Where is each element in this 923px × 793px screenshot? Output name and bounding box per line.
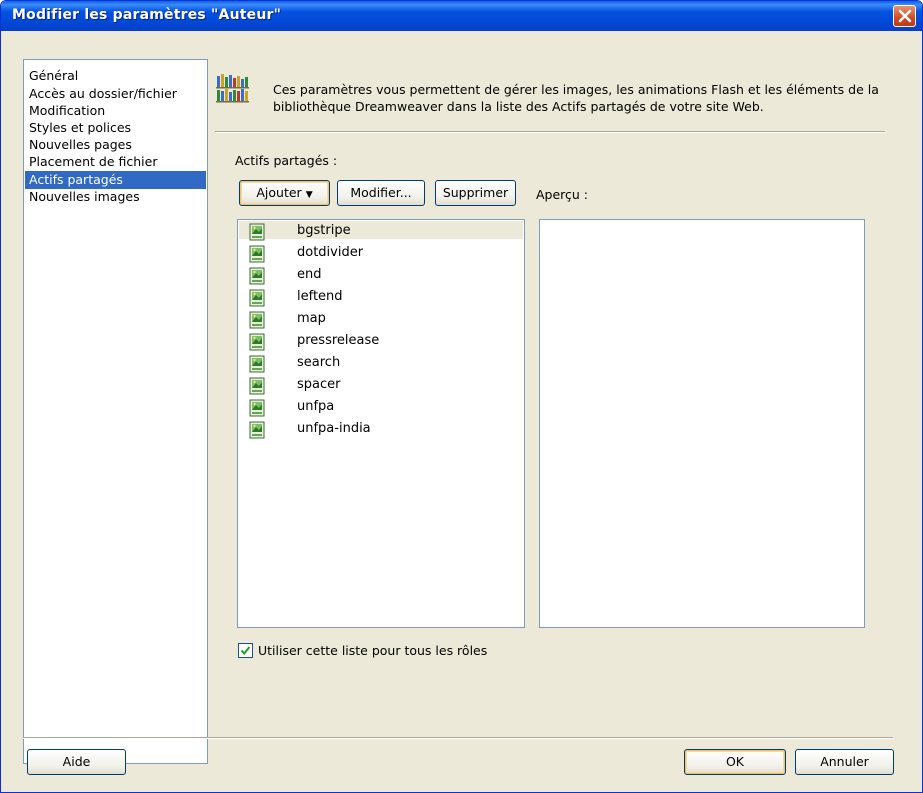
asset-name: leftend [297,289,343,304]
asset-name: unfpa-india [297,421,371,436]
asset-name: spacer [297,377,341,392]
list-item[interactable]: search [239,353,523,375]
asset-name: search [297,355,341,370]
sidebar-item-new-pages[interactable]: Nouvelles pages [25,136,206,154]
sidebar-item-styles[interactable]: Styles et polices [25,119,206,137]
add-button-label: Ajouter [256,185,302,200]
close-button[interactable] [893,5,916,27]
header-divider [215,131,885,133]
sidebar-item-editing[interactable]: Modification [25,102,206,120]
ok-button[interactable]: OK [684,749,786,775]
image-file-icon [249,377,265,395]
image-file-icon [249,355,265,373]
use-for-all-roles-label[interactable]: Utiliser cette liste pour tous les rôles [258,643,487,658]
window-title: Modifier les paramètres "Auteur" [12,7,282,23]
image-file-icon [249,399,265,417]
cancel-button[interactable]: Annuler [795,749,894,775]
asset-name: bgstripe [297,223,351,238]
list-item[interactable]: spacer [239,375,523,397]
asset-name: unfpa [297,399,335,414]
sidebar-item-file-access[interactable]: Accès au dossier/fichier [25,85,206,103]
use-for-all-roles-checkbox[interactable] [238,643,253,658]
edit-button[interactable]: Modifier... [337,180,425,206]
list-item[interactable]: leftend [239,287,523,309]
asset-name: pressrelease [297,333,380,348]
footer-divider [23,737,893,739]
image-file-icon [249,223,265,241]
image-file-icon [249,311,265,329]
shared-assets-list[interactable]: bgstripe dotdivider end leftend map pressrele… [237,219,525,628]
sidebar-item-new-images[interactable]: Nouvelles images [25,188,206,206]
dropdown-arrow-icon: ▼ [305,190,313,200]
image-file-icon [249,289,265,307]
close-icon [898,9,912,23]
list-item[interactable]: unfpa [239,397,523,419]
image-file-icon [249,245,265,263]
image-file-icon [249,333,265,351]
image-file-icon [249,421,265,439]
section-description: Ces paramètres vous permettent de gérer … [273,82,879,114]
preview-label: Aperçu : [536,187,589,202]
library-icon [216,74,249,103]
delete-button[interactable]: Supprimer [435,180,516,206]
category-list[interactable]: Général Accès au dossier/fichier Modific… [23,59,208,764]
sidebar-item-general[interactable]: Général [25,67,206,85]
asset-name: dotdivider [297,245,364,260]
help-button[interactable]: Aide [27,749,126,775]
list-item[interactable]: end [239,265,523,287]
dialog-body: Général Accès au dossier/fichier Modific… [5,31,918,790]
list-item[interactable]: dotdivider [239,243,523,265]
image-file-icon [249,267,265,285]
list-item[interactable]: bgstripe [239,221,523,243]
list-item[interactable]: map [239,309,523,331]
title-bar[interactable]: Modifier les paramètres "Auteur" [1,1,922,31]
checkmark-icon [240,646,251,656]
dialog-window: Modifier les paramètres "Auteur" Général… [0,0,923,793]
preview-pane [539,219,865,628]
add-button[interactable]: Ajouter ▼ [239,180,330,206]
sidebar-item-shared-assets[interactable]: Actifs partagés [25,171,206,189]
shared-assets-label: Actifs partagés : [235,153,338,168]
asset-name: end [297,267,322,282]
sidebar-item-file-placement[interactable]: Placement de fichier [25,153,206,171]
asset-name: map [297,311,326,326]
list-item[interactable]: pressrelease [239,331,523,353]
list-item[interactable]: unfpa-india [239,419,523,441]
